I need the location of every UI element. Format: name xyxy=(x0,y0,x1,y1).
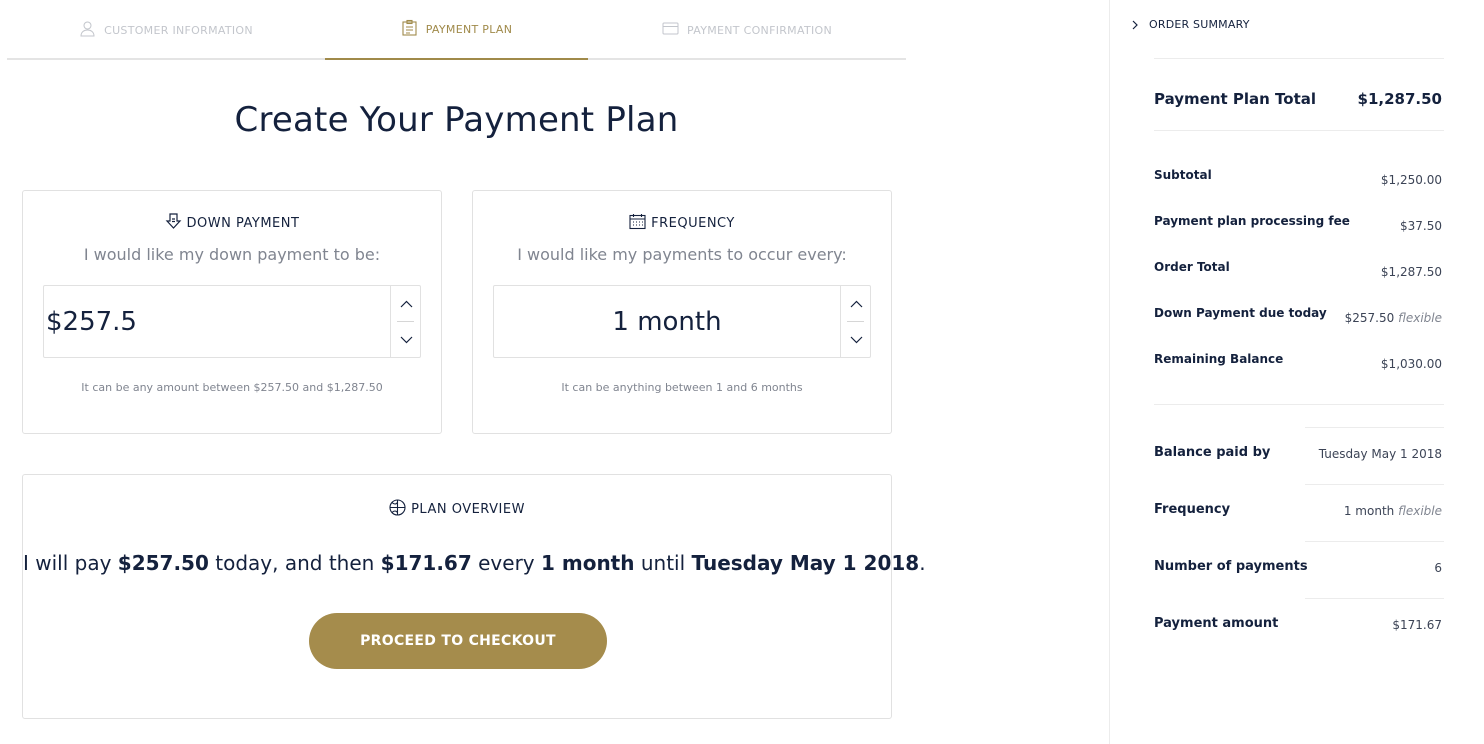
summary-label: Order Total xyxy=(1154,260,1230,274)
down-payment-heading: DOWN PAYMENT xyxy=(23,213,441,234)
summary-label: Payment Plan Total xyxy=(1154,90,1317,108)
down-payment-decrement-button[interactable] xyxy=(391,322,421,357)
divider xyxy=(1154,58,1444,59)
down-arrow-icon xyxy=(165,213,182,234)
frequency-stepper: 1 month xyxy=(493,285,871,358)
frequency-heading: FREQUENCY xyxy=(473,213,891,234)
summary-label: Balance paid by xyxy=(1154,445,1271,460)
frequency-card: FREQUENCY I would like my payments to oc… xyxy=(472,190,892,434)
divider xyxy=(1154,404,1444,405)
divider xyxy=(1305,541,1444,542)
chevron-up-icon xyxy=(850,300,862,307)
step-customer-information[interactable]: CUSTOMER INFORMATION xyxy=(7,0,325,60)
summary-value: $1,287.50 xyxy=(1357,90,1442,108)
frequency-heading-label: FREQUENCY xyxy=(651,216,735,231)
divider xyxy=(1305,427,1444,428)
summary-row-plan-total: Payment Plan Total $1,287.50 xyxy=(1154,90,1442,108)
summary-value: $37.50 xyxy=(1400,219,1442,233)
plan-overview-sentence: I will pay $257.50 today, and then $171.… xyxy=(23,551,926,575)
chevron-down-icon xyxy=(850,336,862,343)
summary-value: $257.50 flexible xyxy=(1345,311,1442,325)
checkout-steps: CUSTOMER INFORMATION PAYMENT PLAN PAYMEN… xyxy=(7,0,906,60)
flexible-note: flexible xyxy=(1398,504,1442,518)
summary-row-order-total: Order Total $1,287.50 xyxy=(1154,260,1442,279)
summary-row-frequency: Frequency 1 month flexible xyxy=(1154,502,1442,518)
step-label: PAYMENT CONFIRMATION xyxy=(687,23,832,37)
order-summary-label: ORDER SUMMARY xyxy=(1149,18,1250,31)
plan-installment-amount: $171.67 xyxy=(380,551,472,575)
clipboard-icon xyxy=(401,19,418,39)
plan-overview-card: PLAN OVERVIEW I will pay $257.50 today, … xyxy=(22,474,926,719)
user-icon xyxy=(79,20,96,40)
summary-value: $1,250.00 xyxy=(1380,173,1442,187)
frequency-input[interactable]: 1 month xyxy=(494,286,840,357)
summary-value: $1,287.50 xyxy=(1380,265,1442,279)
down-payment-stepper: $257.5 xyxy=(43,285,421,358)
summary-row-down-payment: Down Payment due today $257.50 flexible xyxy=(1154,306,1442,325)
chevron-right-icon xyxy=(1132,20,1138,29)
summary-label: Subtotal xyxy=(1154,168,1212,182)
summary-row-balance-paid-by: Balance paid by Tuesday May 1 2018 xyxy=(1154,445,1442,461)
order-summary-sidebar: ORDER SUMMARY Payment Plan Total $1,287.… xyxy=(1109,0,1484,744)
frequency-hint: It can be anything between 1 and 6 month… xyxy=(561,381,803,394)
plan-text-part: every xyxy=(471,551,541,575)
chevron-down-icon xyxy=(400,336,412,343)
summary-label: Frequency xyxy=(1154,502,1231,517)
summary-row-number-of-payments: Number of payments 6 xyxy=(1154,559,1442,575)
plan-down-amount: $257.50 xyxy=(117,551,209,575)
summary-value: $171.67 xyxy=(1392,618,1442,632)
frequency-increment-button[interactable] xyxy=(841,286,871,321)
down-payment-stepper-controls xyxy=(390,286,420,357)
plan-text-part: . xyxy=(919,551,926,575)
proceed-to-checkout-button[interactable]: PROCEED TO CHECKOUT xyxy=(309,613,607,669)
down-payment-amount: $257.50 xyxy=(1344,311,1395,325)
divider xyxy=(1305,484,1444,485)
summary-row-subtotal: Subtotal $1,250.00 xyxy=(1154,168,1442,187)
frequency-subtitle: I would like my payments to occur every: xyxy=(517,245,847,264)
summary-row-fee: Payment plan processing fee $37.50 xyxy=(1154,214,1442,233)
plan-overview-heading: PLAN OVERVIEW xyxy=(23,499,891,520)
summary-value: $1,030.00 xyxy=(1380,357,1442,371)
down-payment-hint: It can be any amount between $257.50 and… xyxy=(81,381,383,394)
step-payment-confirmation[interactable]: PAYMENT CONFIRMATION xyxy=(588,0,906,60)
plan-overview-heading-label: PLAN OVERVIEW xyxy=(411,502,525,517)
down-payment-subtitle: I would like my down payment to be: xyxy=(83,245,381,264)
globe-icon xyxy=(389,499,406,520)
frequency-stepper-controls xyxy=(840,286,870,357)
step-payment-plan[interactable]: PAYMENT PLAN xyxy=(325,0,588,60)
summary-label: Number of payments xyxy=(1154,559,1308,574)
order-summary-toggle[interactable]: ORDER SUMMARY xyxy=(1132,18,1250,31)
down-payment-increment-button[interactable] xyxy=(391,286,421,321)
summary-value: 1 month flexible xyxy=(1344,504,1442,518)
step-label: CUSTOMER INFORMATION xyxy=(104,23,253,37)
step-label: PAYMENT PLAN xyxy=(425,22,513,36)
plan-end-date: Tuesday May 1 2018 xyxy=(691,551,920,575)
credit-card-icon xyxy=(662,20,679,40)
down-payment-heading-label: DOWN PAYMENT xyxy=(186,216,300,231)
summary-value: 6 xyxy=(1434,561,1442,575)
summary-label: Remaining Balance xyxy=(1154,352,1284,366)
plan-text-part: today, and then xyxy=(208,551,381,575)
summary-label: Payment plan processing fee xyxy=(1154,214,1350,228)
summary-row-remaining: Remaining Balance $1,030.00 xyxy=(1154,352,1442,371)
calendar-icon xyxy=(629,213,646,234)
summary-label: Payment amount xyxy=(1154,616,1279,631)
down-payment-card: DOWN PAYMENT I would like my down paymen… xyxy=(22,190,442,434)
summary-row-payment-amount: Payment amount $171.67 xyxy=(1154,616,1442,632)
plan-text-part: I will pay xyxy=(23,551,118,575)
down-payment-input[interactable]: $257.5 xyxy=(44,286,390,357)
frequency-decrement-button[interactable] xyxy=(841,322,871,357)
plan-frequency: 1 month xyxy=(540,551,635,575)
frequency-amount: 1 month xyxy=(1343,504,1395,518)
plan-text-part: until xyxy=(634,551,692,575)
divider xyxy=(1154,130,1444,131)
flexible-note: flexible xyxy=(1398,311,1442,325)
chevron-up-icon xyxy=(400,300,412,307)
divider xyxy=(1305,598,1444,599)
summary-value: Tuesday May 1 2018 xyxy=(1318,447,1442,461)
page-title: Create Your Payment Plan xyxy=(234,100,679,140)
summary-label: Down Payment due today xyxy=(1154,306,1327,320)
